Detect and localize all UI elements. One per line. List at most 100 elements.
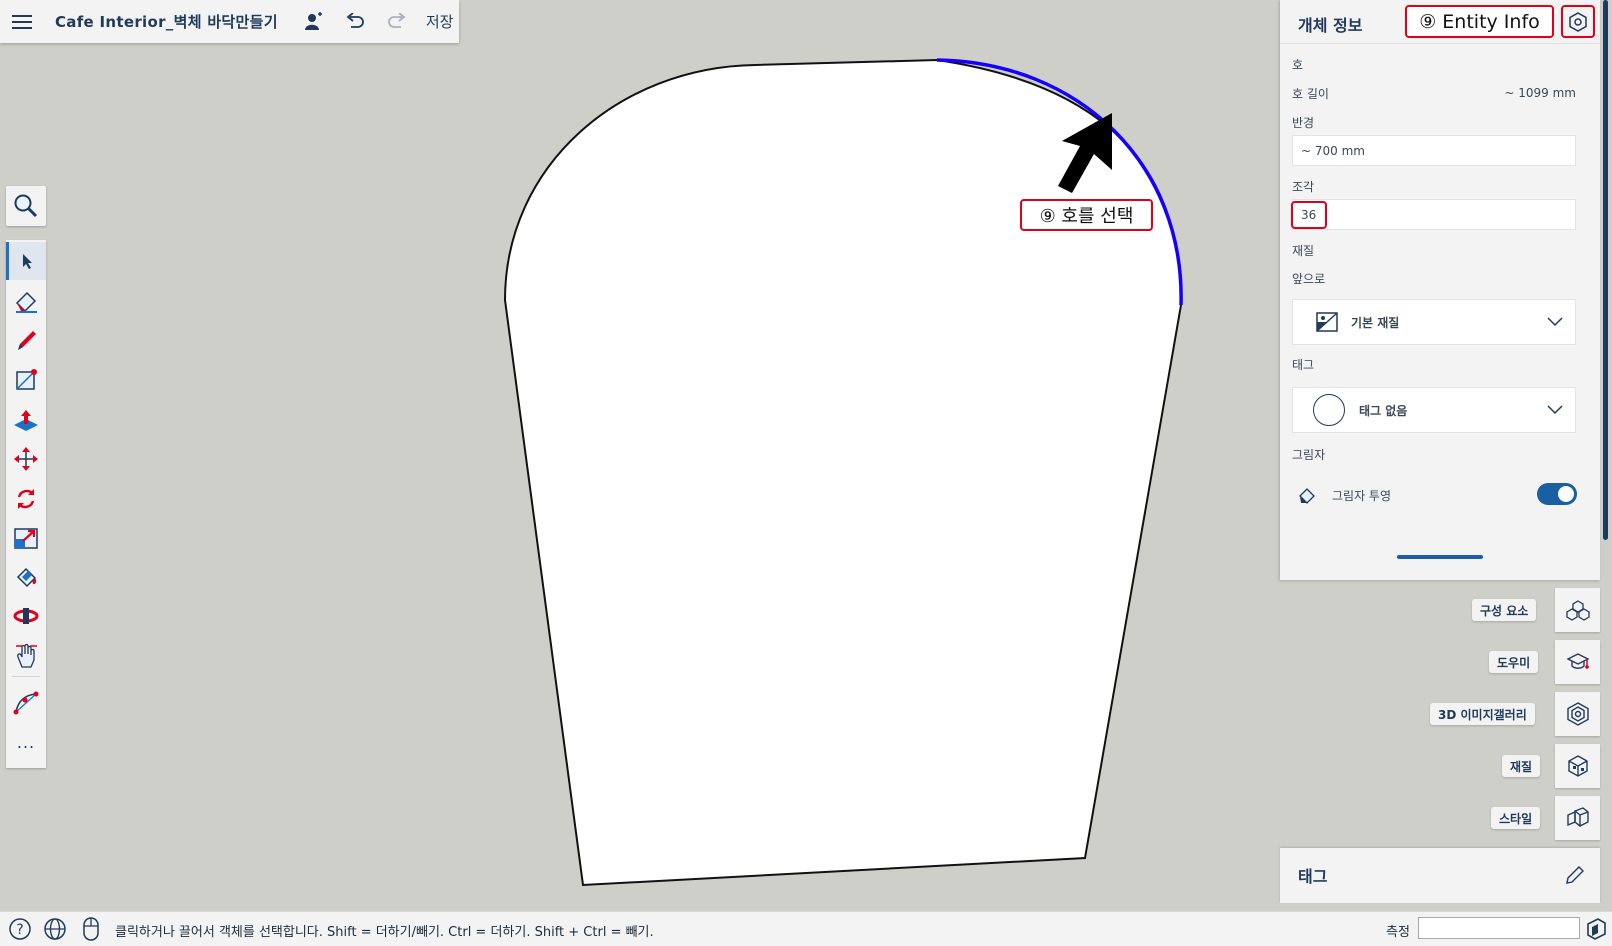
entity-info-callout-text: ⑨ Entity Info — [1419, 10, 1540, 33]
entity-type-label: 호 — [1292, 58, 1304, 72]
segments-highlight — [1291, 201, 1327, 229]
rectangle-tool[interactable] — [6, 361, 46, 399]
model-title: Cafe Interior_벽체 바닥만들기 — [55, 13, 278, 31]
styles-button[interactable] — [1555, 796, 1600, 840]
paint-bucket-tool[interactable] — [6, 558, 46, 596]
redo-icon[interactable] — [386, 11, 408, 33]
paint-bucket-icon — [16, 567, 37, 588]
svg-text:?: ? — [16, 922, 23, 938]
scale-icon — [14, 528, 38, 549]
eraser-icon — [15, 291, 37, 313]
panel-scroll-handle[interactable] — [1397, 555, 1483, 559]
mouse-icon[interactable] — [81, 916, 101, 942]
entity-info-button[interactable] — [1561, 5, 1595, 38]
undo-icon[interactable] — [344, 11, 366, 33]
instructor-icon — [1565, 653, 1590, 669]
toolbar-divider — [12, 676, 40, 677]
select-arc-callout: ⑨ 호를 선택 — [1020, 199, 1153, 231]
search-icon — [14, 194, 38, 218]
save-button[interactable]: 저장 — [426, 11, 454, 32]
orbit-tool[interactable] — [6, 597, 46, 635]
help-icon[interactable]: ? — [8, 917, 32, 941]
measurements-label: 측정 — [1386, 925, 1410, 940]
select-icon — [22, 254, 32, 269]
tray-label-text: 3D 이미지갤러리 — [1438, 707, 1527, 722]
arc-tool[interactable] — [6, 684, 46, 722]
panel-scrollbar[interactable] — [1603, 0, 1608, 540]
front-material-label: 앞으로 — [1292, 272, 1326, 286]
segments-field[interactable]: 36 — [1292, 199, 1576, 230]
hamburger-menu-icon[interactable] — [11, 11, 33, 33]
arc-icon — [13, 691, 39, 715]
arc-length-label: 호 길이 — [1292, 87, 1329, 101]
tray-label-text: 구성 요소 — [1480, 603, 1529, 618]
select-arc-callout-text: ⑨ 호를 선택 — [1039, 206, 1134, 227]
sketchup-logo-icon — [1587, 918, 1606, 940]
entity-info-panel: 개체 정보 호 호 길이 ~ 1099 mm 반경 ~ 700 mm 조각 36… — [1280, 0, 1600, 580]
tray-label-text: 재질 — [1510, 759, 1533, 774]
scale-tool[interactable] — [6, 519, 46, 557]
status-hint: 클릭하거나 끌어서 객체를 선택합니다. Shift = 더하기/빼기. Ctr… — [115, 925, 654, 940]
push-pull-tool[interactable] — [6, 401, 46, 439]
segments-label: 조각 — [1292, 180, 1315, 194]
3d-warehouse-button[interactable] — [1555, 692, 1600, 736]
radius-value: ~ 700 mm — [1301, 143, 1365, 158]
top-bar: Cafe Interior_벽체 바닥만들기 저장 — [0, 0, 459, 43]
measurements-input[interactable] — [1418, 917, 1580, 939]
move-tool[interactable] — [6, 440, 46, 478]
chevron-down-icon — [1547, 317, 1563, 327]
move-icon — [14, 447, 38, 471]
chevron-down-icon — [1547, 405, 1563, 415]
tray-label-styles[interactable]: 스타일 — [1491, 807, 1541, 829]
tag-dropdown[interactable]: 태그 없음 — [1292, 387, 1576, 433]
3d-warehouse-icon — [1566, 702, 1589, 726]
entity-info-title: 개체 정보 — [1298, 16, 1363, 35]
add-collaborator-icon[interactable] — [302, 11, 324, 33]
tray-label-text: 스타일 — [1499, 811, 1533, 826]
tray-label-instructor[interactable]: 도우미 — [1489, 651, 1539, 673]
pan-icon — [16, 643, 37, 668]
default-material-icon — [1316, 312, 1338, 332]
components-button[interactable] — [1555, 588, 1600, 632]
pencil-icon — [18, 331, 36, 350]
tray-label-3d-warehouse[interactable]: 3D 이미지갤러리 — [1430, 703, 1535, 725]
cast-shadow-icon — [1299, 488, 1315, 504]
eraser-tool[interactable] — [6, 282, 46, 320]
cast-shadow-label: 그림자 투영 — [1332, 489, 1392, 503]
material-value: 기본 재질 — [1351, 315, 1400, 330]
floor-face[interactable] — [503, 58, 1183, 887]
components-icon — [1565, 600, 1590, 621]
more-icon: ... — [16, 732, 36, 752]
cast-shadow-toggle[interactable] — [1537, 483, 1577, 505]
material-label: 재질 — [1292, 244, 1315, 258]
pan-tool[interactable] — [6, 636, 46, 674]
more-tools-button[interactable]: ... — [6, 723, 46, 761]
status-bar: ? 클릭하거나 끌어서 객체를 선택합니다. Shift = 더하기/빼기. C… — [0, 911, 1612, 946]
radius-field[interactable]: ~ 700 mm — [1292, 135, 1576, 166]
tray-label-materials[interactable]: 재질 — [1502, 755, 1541, 777]
tags-panel[interactable]: 태그 — [1280, 848, 1600, 903]
entity-info-icon — [1569, 11, 1587, 32]
tray-label-text: 도우미 — [1497, 655, 1531, 670]
shadow-label: 그림자 — [1292, 448, 1326, 462]
instructor-button[interactable] — [1555, 640, 1600, 684]
material-dropdown[interactable]: 기본 재질 — [1292, 299, 1576, 345]
globe-icon[interactable] — [43, 917, 67, 941]
entity-info-callout: ⑨ Entity Info — [1405, 5, 1554, 38]
rotate-tool[interactable] — [6, 480, 46, 518]
edit-tag-icon[interactable] — [1564, 864, 1586, 886]
rectangle-icon — [16, 369, 37, 390]
radius-label: 반경 — [1292, 116, 1315, 130]
tag-label: 태그 — [1292, 358, 1315, 372]
push-pull-icon — [14, 410, 38, 431]
materials-button[interactable] — [1555, 744, 1600, 788]
tag-color-swatch — [1313, 394, 1345, 426]
pencil-tool[interactable] — [6, 322, 46, 360]
search-tool-button[interactable] — [6, 186, 46, 226]
materials-icon — [1567, 755, 1588, 777]
tray-label-components[interactable]: 구성 요소 — [1472, 599, 1537, 621]
arc-length-value: ~ 1099 mm — [1504, 86, 1576, 100]
select-tool[interactable] — [6, 242, 46, 280]
tags-panel-title: 태그 — [1298, 867, 1328, 886]
left-toolbar: ... — [6, 240, 46, 768]
